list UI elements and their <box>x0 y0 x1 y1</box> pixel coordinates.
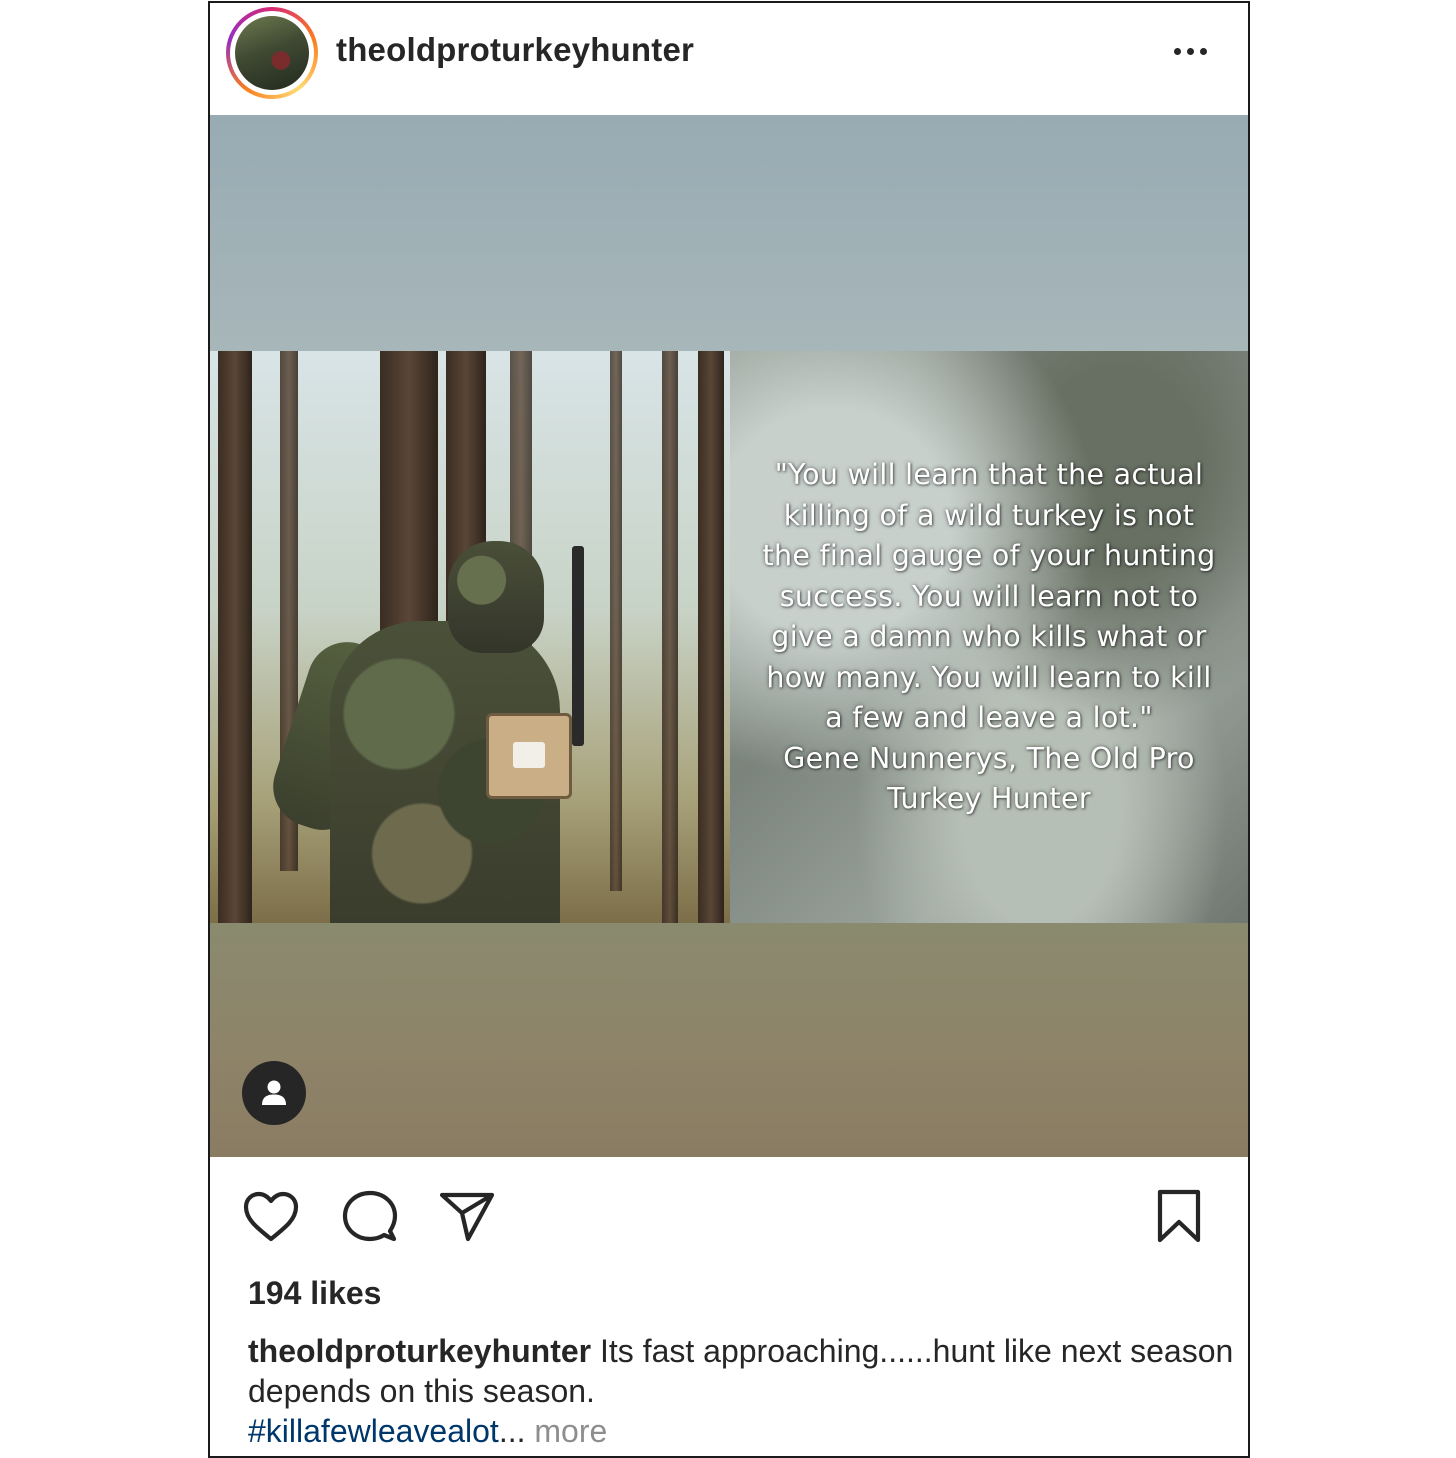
tree-trunk <box>218 351 252 923</box>
caption-ellipsis: ... <box>498 1413 526 1449</box>
dot <box>1187 47 1194 55</box>
shotgun-barrel <box>572 546 584 746</box>
avatar-border <box>230 11 314 95</box>
media-bottom-blur <box>210 923 1248 1157</box>
tree-trunk <box>610 351 622 891</box>
instagram-post: theoldproturkeyhunter "You will learn th… <box>208 1 1250 1458</box>
post-caption: theoldproturkeyhunter Its fast approachi… <box>248 1331 1238 1451</box>
rangefinder-pouch <box>486 713 572 799</box>
paper-plane-icon[interactable] <box>438 1189 496 1245</box>
bookmark-icon[interactable] <box>1150 1189 1208 1245</box>
avatar <box>235 16 309 90</box>
quote-text: "You will learn that the actual killing … <box>762 458 1216 815</box>
post-username[interactable]: theoldproturkeyhunter <box>336 31 694 69</box>
heart-icon[interactable] <box>242 1189 300 1245</box>
post-header: theoldproturkeyhunter <box>210 3 1248 115</box>
media-top-blur <box>210 115 1248 351</box>
caption-hashtag[interactable]: #killafewleavealot <box>248 1413 499 1449</box>
user-tag-icon[interactable] <box>242 1061 306 1125</box>
tree-trunk <box>662 351 678 923</box>
comment-icon[interactable] <box>340 1189 398 1245</box>
hunter-photo <box>210 351 730 923</box>
like-count[interactable]: 194 likes <box>248 1275 381 1312</box>
pouch-logo <box>513 742 545 768</box>
avatar-story-ring[interactable] <box>226 7 318 99</box>
quote-panel: "You will learn that the actual killing … <box>730 351 1248 923</box>
tree-trunk <box>698 351 724 923</box>
dot <box>1200 47 1207 55</box>
caption-more-link[interactable]: more <box>525 1413 607 1449</box>
more-horizontal-icon[interactable] <box>1174 41 1214 61</box>
post-media[interactable]: "You will learn that the actual killing … <box>210 115 1248 1157</box>
hunter-head <box>448 541 544 653</box>
caption-username[interactable]: theoldproturkeyhunter <box>248 1333 591 1369</box>
dot <box>1174 47 1181 55</box>
